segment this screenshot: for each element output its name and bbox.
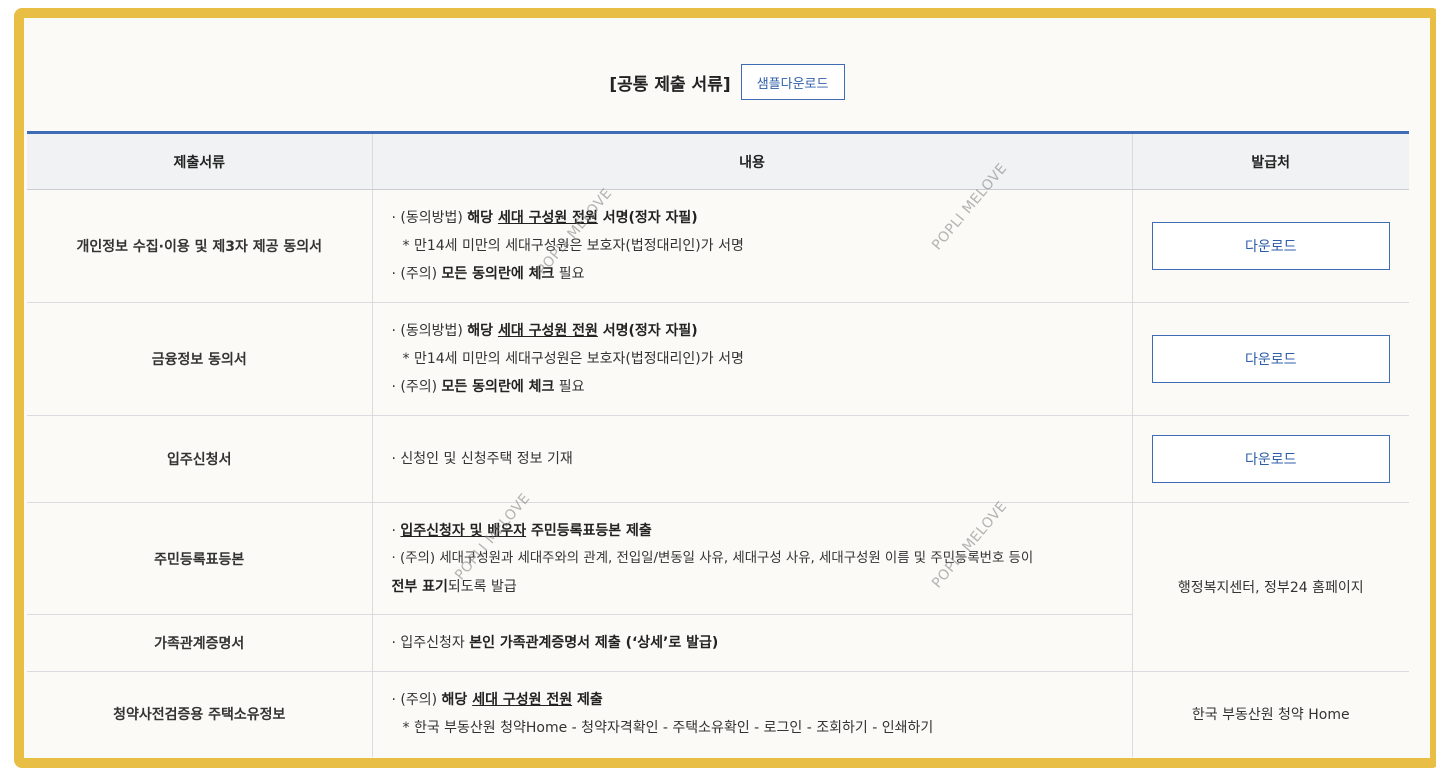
content-line: * 한국 부동산원 청약Home - 청약자격확인 - 주택소유확인 - 로그인… (402, 720, 934, 737)
document-content: · (주의) 해당 세대 구성원 전원 제출 * 한국 부동산원 청약Home … (371, 671, 1132, 757)
documents-table: 제출서류 내용 발급처 개인정보 수집·이용 및 제3자 제공 동의서 · (동… (27, 131, 1409, 757)
content-line: · (주의) 모든 동의란에 체크 필요 (391, 266, 585, 282)
section-header: [공통 제출 서류] 샘플다운로드 (24, 18, 1430, 131)
sample-download-button[interactable]: 샘플다운로드 (740, 64, 845, 100)
issuer-cell: 다운로드 (1131, 415, 1409, 503)
table-row: 개인정보 수집·이용 및 제3자 제공 동의서 · (동의방법) 해당 세대 구… (27, 189, 1409, 303)
document-content: · (동의방법) 해당 세대 구성원 전원 서명(정자 자필) * 만14세 미… (371, 189, 1132, 303)
table-row: 주민등록표등본 · 입주신청자 및 배우자 주민등록표등본 제출 · (주의) … (27, 502, 1409, 672)
table-row: 입주신청서 · 신청인 및 신청주택 정보 기재 다운로드 (27, 415, 1409, 503)
content-line: · (주의) 해당 세대 구성원 전원 제출 (391, 692, 603, 709)
content-line: * 만14세 미만의 세대구성원은 보호자(법정대리인)가 서명 (402, 351, 744, 367)
document-name: 청약사전검증용 주택소유정보 (27, 671, 372, 757)
content-line: · (주의) 세대구성원과 세대주와의 관계, 전입일/변동일 사유, 세대구성… (391, 550, 1034, 566)
header-issuer: 발급처 (1131, 132, 1409, 190)
document-content: · 신청인 및 신청주택 정보 기재 (371, 415, 1132, 503)
table-row: 청약사전검증용 주택소유정보 · (주의) 해당 세대 구성원 전원 제출 * … (27, 671, 1409, 757)
document-name: 개인정보 수집·이용 및 제3자 제공 동의서 (27, 189, 372, 303)
content-line: · 신청인 및 신청주택 정보 기재 (391, 451, 573, 467)
download-button-privacy[interactable]: 다운로드 (1151, 222, 1390, 270)
document-content: · 입주신청자 본인 가족관계증명서 제출 (‘상세’로 발급) (371, 614, 1132, 672)
download-button-finance[interactable]: 다운로드 (1151, 335, 1390, 383)
content-line: 전부 표기되도록 발급 (391, 578, 517, 595)
issuer-cell: 다운로드 (1131, 302, 1409, 416)
document-name: 입주신청서 (27, 415, 372, 503)
issuer-cell: 다운로드 (1131, 189, 1409, 303)
issuer-cell: 행정복지센터, 정부24 홈페이지 (1131, 502, 1409, 672)
document-name: 금융정보 동의서 (27, 302, 372, 416)
content-line: · (동의방법) 해당 세대 구성원 전원 서명(정자 자필) (391, 323, 698, 339)
document-name: 주민등록표등본 (27, 502, 372, 615)
document-name: 가족관계증명서 (27, 614, 372, 672)
document-frame: [공통 제출 서류] 샘플다운로드 제출서류 내용 발급처 개인정보 수집·이용… (14, 8, 1436, 768)
table-header-row: 제출서류 내용 발급처 (27, 132, 1409, 190)
content-line: · (동의방법) 해당 세대 구성원 전원 서명(정자 자필) (391, 210, 698, 226)
header-document: 제출서류 (27, 132, 372, 190)
content-line: · (주의) 모든 동의란에 체크 필요 (391, 379, 585, 395)
content-line: · 입주신청자 본인 가족관계증명서 제출 (‘상세’로 발급) (391, 635, 719, 651)
content-line: * 만14세 미만의 세대구성원은 보호자(법정대리인)가 서명 (402, 238, 744, 254)
issuer-cell: 한국 부동산원 청약 Home (1131, 671, 1409, 757)
content-line: · 입주신청자 및 배우자 주민등록표등본 제출 (391, 522, 652, 539)
table-row: 금융정보 동의서 · (동의방법) 해당 세대 구성원 전원 서명(정자 자필)… (27, 302, 1409, 416)
download-button-application[interactable]: 다운로드 (1151, 435, 1390, 483)
document-content: · 입주신청자 및 배우자 주민등록표등본 제출 · (주의) 세대구성원과 세… (371, 502, 1132, 615)
header-content: 내용 (371, 132, 1132, 190)
section-title: [공통 제출 서류] (609, 74, 731, 95)
document-content: · (동의방법) 해당 세대 구성원 전원 서명(정자 자필) * 만14세 미… (371, 302, 1132, 416)
